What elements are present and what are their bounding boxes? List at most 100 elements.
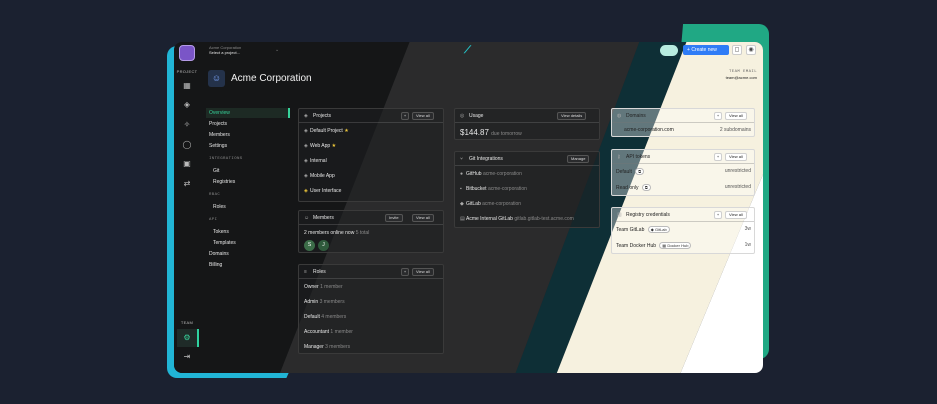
members-online: 2 members online now 5 total [304, 230, 369, 236]
card-title: Roles [313, 269, 326, 275]
nav-item-overview[interactable]: Overview [209, 110, 230, 116]
avatar[interactable]: J [318, 240, 329, 251]
container-icon: ▥ [617, 212, 622, 218]
invite-button[interactable]: Invite [385, 214, 403, 222]
usage-icon: ◎ [460, 113, 465, 119]
add-token-button[interactable]: + [714, 153, 722, 161]
nav-item-tokens[interactable]: Tokens [213, 229, 229, 235]
nav-item-domains[interactable]: Domains [209, 251, 229, 257]
nav-section-api: API [209, 218, 218, 222]
dashboard-icon[interactable]: ▦ [182, 81, 192, 91]
subdomain-count: 2 subdomains [719, 127, 751, 133]
list-item[interactable]: ◆ GitLab acme-corporation [460, 201, 521, 207]
gitlab-icon: ◆ [650, 227, 654, 232]
list-item[interactable]: Default ⧉ [616, 168, 645, 175]
registry-view-all-button[interactable]: View all [725, 211, 747, 219]
runner-icon[interactable]: ✧ [182, 120, 192, 130]
list-item[interactable]: ◈ User Interface [304, 188, 341, 194]
roles-view-all-button[interactable]: View all [412, 268, 434, 276]
list-item[interactable]: Read only ⧉ [616, 184, 651, 191]
layers-icon[interactable]: ◈ [182, 100, 192, 110]
members-view-all-button[interactable]: View all [412, 214, 434, 222]
roles-card: ≡ Roles + View all Owner 1 member Admin … [298, 264, 444, 354]
role-name: Manager [304, 344, 324, 350]
list-item[interactable]: ▪ Bitbucket acme-corporation [460, 186, 527, 192]
tokens-view-all-button[interactable]: View all [725, 153, 747, 161]
token-scope: unrestricted [724, 168, 751, 174]
gear-icon[interactable]: ⚙ [182, 333, 192, 343]
usage-amount: $144.87 due tomorrow [460, 128, 522, 137]
star-icon: ★ [344, 128, 349, 134]
nav-item-projects[interactable]: Projects [209, 121, 227, 127]
create-new-label: Create new [691, 47, 717, 53]
key-icon: ⚷ [617, 154, 621, 160]
list-item[interactable]: ▤Acme Internal GitLab gitlab.gitlab-test… [460, 216, 574, 222]
list-item[interactable]: ● GitHub acme-corporation [460, 171, 522, 177]
lock-icon[interactable]: ▣ [182, 159, 192, 169]
list-item[interactable]: Owner 1 member [304, 284, 343, 290]
projects-view-all-button[interactable]: View all [412, 112, 434, 120]
nav-item-billing[interactable]: Billing [209, 262, 222, 268]
list-item[interactable]: Accountant 1 member [304, 329, 353, 335]
chevron-down-icon[interactable]: ⌄ [275, 47, 279, 53]
registry-tag-label: Docker Hub [667, 243, 689, 248]
list-item[interactable]: Manager 3 members [304, 344, 350, 350]
projects-icon: ◈ [304, 113, 308, 119]
chat-icon[interactable]: ◯ [182, 140, 192, 150]
domains-view-all-button[interactable]: View all [725, 112, 747, 120]
card-title: Members [313, 215, 334, 221]
user-menu-icon[interactable]: ◉ [746, 45, 756, 55]
list-item[interactable]: ◈ Web App ★ [304, 143, 336, 149]
role-count: 1 member [330, 329, 353, 335]
manage-button[interactable]: Manage [567, 155, 590, 163]
nav-section-rbac: RBAC [209, 193, 221, 197]
view-details-button[interactable]: View details [557, 112, 587, 120]
avatar[interactable]: S [304, 240, 315, 251]
nav-item-members[interactable]: Members [209, 132, 230, 138]
provider-org: acme-corporation [482, 201, 522, 207]
docker-icon: ▦ [662, 243, 667, 248]
breadcrumb[interactable]: Acme Corporation Select a project... [209, 45, 241, 55]
globe-icon: ◍ [617, 113, 622, 119]
list-item[interactable]: Admin 3 members [304, 299, 345, 305]
domains-card: ◍ Domains + View all acme-corporation.co… [611, 108, 755, 137]
add-credential-button[interactable]: + [714, 211, 722, 219]
list-item[interactable]: Team GitLab ◆ GitLab [616, 226, 670, 233]
add-role-button[interactable]: + [401, 268, 409, 276]
star-icon: ★ [331, 143, 337, 149]
list-item[interactable]: ◈ Internal [304, 158, 327, 164]
project-name: Web App [310, 143, 331, 149]
role-name: Owner [304, 284, 319, 290]
shuffle-icon[interactable]: ⇄ [182, 179, 192, 189]
list-item[interactable]: Default 4 members [304, 314, 346, 320]
bell-icon[interactable]: ◻ [732, 45, 742, 55]
amount: $144.87 [460, 128, 489, 137]
create-new-button[interactable]: + Create new [683, 45, 729, 55]
nav-item-registries[interactable]: Registries [213, 179, 235, 185]
nav-item-settings[interactable]: Settings [209, 143, 227, 149]
nav-item-templates[interactable]: Templates [213, 240, 236, 246]
team-avatar-icon: ☺ [208, 70, 225, 87]
members-card: ☺ Members Invite View all 2 members onli… [298, 210, 444, 253]
logout-icon[interactable]: ⇥ [182, 352, 192, 362]
provider-org: acme-corporation [487, 186, 527, 192]
add-project-button[interactable]: + [401, 112, 409, 120]
projects-card: ◈ Projects + View all ◈ Default Project ★… [298, 108, 444, 202]
rail-section-label: PROJECT [176, 69, 198, 74]
domain-name[interactable]: acme-corporation.com [624, 127, 674, 133]
provider-name: Acme Internal GitLab [466, 216, 513, 222]
project-selector[interactable]: Select a project... [209, 50, 241, 55]
logo-icon[interactable] [179, 45, 195, 61]
git-icon: ⑂ [460, 156, 464, 162]
copy-icon[interactable]: ⧉ [641, 184, 651, 191]
list-item[interactable]: Team Docker Hub ▦ Docker Hub [616, 242, 692, 249]
icon-rail: PROJECT ▦ ◈ ✧ ◯ ▣ ⇄ TEAM ⚙ ⇥ [174, 42, 200, 373]
add-domain-button[interactable]: + [714, 112, 722, 120]
nav-item-roles[interactable]: Roles [213, 204, 226, 210]
list-item[interactable]: ◈ Default Project ★ [304, 128, 349, 134]
copy-icon[interactable]: ⧉ [635, 168, 645, 175]
provider-name: GitLab [466, 201, 481, 207]
avatar-group[interactable] [660, 45, 678, 56]
nav-item-git[interactable]: Git [213, 168, 219, 174]
list-item[interactable]: ◈ Mobile App [304, 173, 335, 179]
